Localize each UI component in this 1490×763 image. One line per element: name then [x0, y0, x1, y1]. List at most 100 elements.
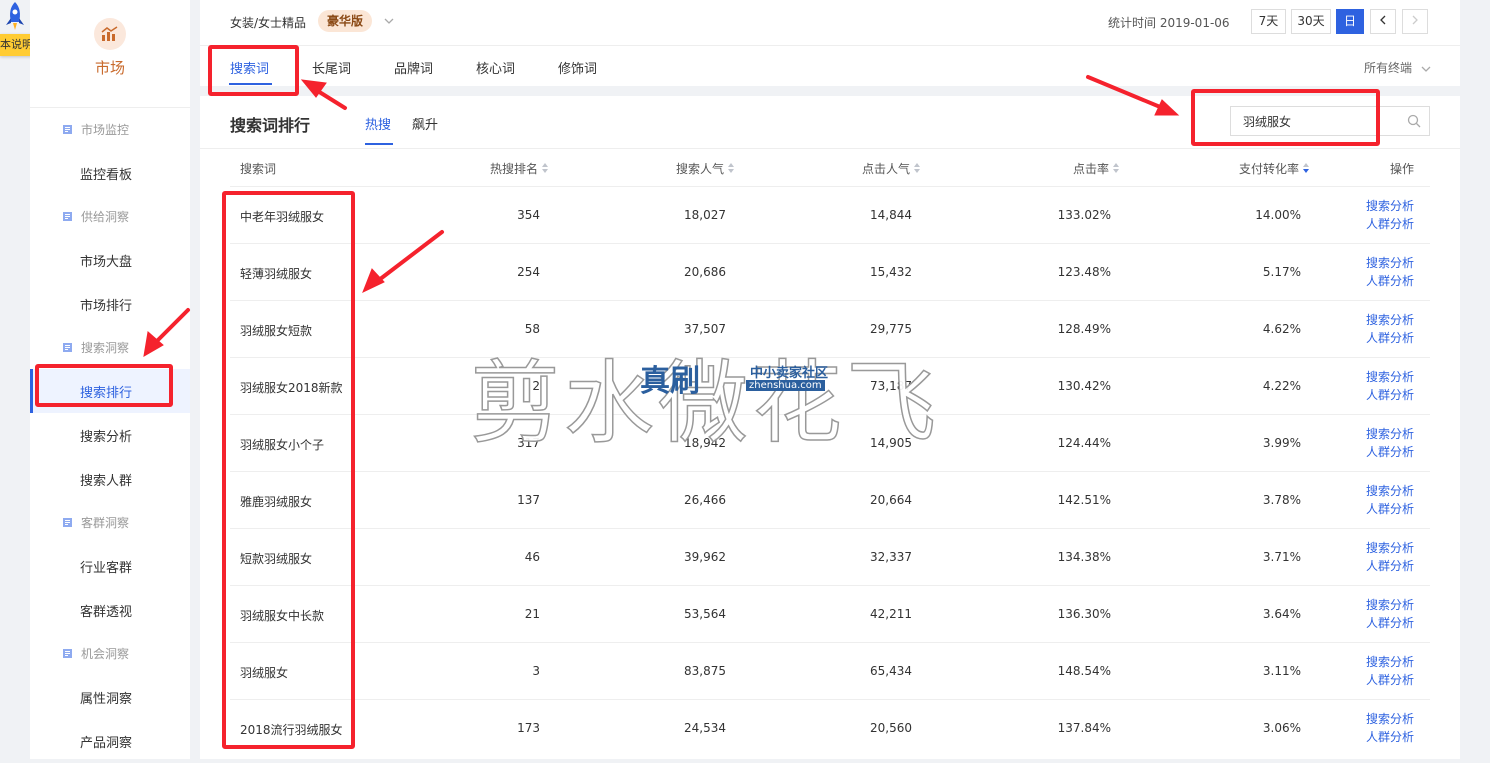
range-7d-button[interactable]: 7天 — [1251, 9, 1286, 34]
sort-desc-icon[interactable] — [1303, 163, 1310, 174]
cell-ctr: 123.48% — [1057, 265, 1111, 279]
document-icon — [63, 125, 72, 134]
cell-ctr: 130.42% — [1057, 379, 1111, 393]
sidebar-group: 客群洞察 — [30, 501, 190, 544]
search-analysis-link[interactable]: 搜索分析 — [1366, 197, 1414, 215]
cell-term[interactable]: 短款羽绒服女 — [240, 550, 312, 567]
sort-icon[interactable] — [542, 163, 549, 174]
col-header-ctr[interactable]: 点击率 — [1073, 160, 1120, 177]
guide-label: 本说明 — [0, 38, 33, 51]
sidebar-item[interactable]: 市场排行 — [30, 282, 190, 326]
sidebar-item[interactable]: 市场大盘 — [30, 238, 190, 282]
cell-term[interactable]: 2018流行羽绒服女 — [240, 721, 343, 738]
subtab-hot[interactable]: 热搜 — [365, 114, 391, 133]
range-day-button[interactable]: 日 — [1336, 9, 1364, 34]
sidebar-group: 供给洞察 — [30, 195, 190, 238]
prev-date-button[interactable] — [1370, 9, 1396, 34]
cell-term[interactable]: 轻薄羽绒服女 — [240, 265, 312, 282]
sidebar-item[interactable]: 监控看板 — [30, 151, 190, 195]
search-analysis-link[interactable]: 搜索分析 — [1366, 311, 1414, 329]
search-input[interactable] — [1231, 107, 1391, 135]
tab-brand[interactable]: 品牌词 — [394, 58, 433, 77]
cell-term[interactable]: 羽绒服女2018新款 — [240, 379, 343, 396]
cell-term[interactable]: 羽绒服女 — [240, 664, 288, 681]
range-30d-button[interactable]: 30天 — [1291, 9, 1331, 34]
search-analysis-link[interactable]: 搜索分析 — [1366, 482, 1414, 500]
cell-term[interactable]: 雅鹿羽绒服女 — [240, 493, 312, 510]
market-chart-icon — [94, 18, 126, 50]
col-header-click-popularity[interactable]: 点击人气 — [862, 160, 921, 177]
sidebar-item[interactable]: 产品洞察 — [30, 719, 190, 763]
sidebar-item[interactable]: 客群透视 — [30, 588, 190, 632]
table-row: 中老年羽绒服女 354 18,027 14,844 133.02% 14.00% 搜索分析人… — [230, 186, 1430, 243]
search-analysis-link[interactable]: 搜索分析 — [1366, 425, 1414, 443]
chevron-right-icon — [1412, 15, 1418, 25]
sidebar-group: 市场监控 — [30, 108, 190, 151]
cell-click-popularity: 73,187 — [870, 379, 912, 393]
crowd-analysis-link[interactable]: 人群分析 — [1366, 728, 1414, 746]
search-analysis-link[interactable]: 搜索分析 — [1366, 710, 1414, 728]
cell-rank: 46 — [524, 550, 540, 564]
crowd-analysis-link[interactable]: 人群分析 — [1366, 614, 1414, 632]
tab-long-tail[interactable]: 长尾词 — [312, 58, 351, 77]
cell-term[interactable]: 中老年羽绒服女 — [240, 208, 324, 225]
search-analysis-link[interactable]: 搜索分析 — [1366, 653, 1414, 671]
breadcrumb[interactable]: 女装/女士精品 — [230, 14, 306, 31]
crowd-analysis-link[interactable]: 人群分析 — [1366, 443, 1414, 461]
cell-conversion: 4.22% — [1262, 379, 1301, 393]
sidebar-item[interactable]: 搜索人群 — [30, 457, 190, 501]
crowd-analysis-link[interactable]: 人群分析 — [1366, 215, 1414, 233]
search-analysis-link[interactable]: 搜索分析 — [1366, 596, 1414, 614]
tab-modifier[interactable]: 修饰词 — [558, 58, 597, 77]
search-analysis-link[interactable]: 搜索分析 — [1366, 368, 1414, 386]
chevron-down-icon[interactable] — [383, 15, 395, 27]
chevron-left-icon — [1380, 15, 1386, 25]
crowd-analysis-link[interactable]: 人群分析 — [1366, 500, 1414, 518]
col-header-conversion[interactable]: 支付转化率 — [1239, 160, 1310, 177]
search-box — [1230, 106, 1430, 136]
sidebar-item[interactable]: 行业客群 — [30, 544, 190, 588]
sort-icon[interactable] — [1113, 163, 1120, 174]
col-header-search-popularity[interactable]: 搜索人气 — [676, 160, 735, 177]
sort-icon[interactable] — [728, 163, 735, 174]
crowd-analysis-link[interactable]: 人群分析 — [1366, 386, 1414, 404]
sidebar-group: 搜索洞察 — [30, 326, 190, 369]
subtab-rising[interactable]: 飙升 — [412, 114, 438, 133]
sidebar-group-label: 搜索洞察 — [81, 341, 130, 355]
cell-conversion: 3.99% — [1262, 436, 1301, 450]
cell-term[interactable]: 羽绒服女短款 — [240, 322, 312, 339]
sort-icon[interactable] — [914, 163, 921, 174]
cell-search-popularity: 26,466 — [684, 493, 726, 507]
search-analysis-link[interactable]: 搜索分析 — [1366, 539, 1414, 557]
cell-term[interactable]: 羽绒服女中长款 — [240, 607, 324, 624]
cell-term[interactable]: 羽绒服女小个子 — [240, 436, 324, 453]
crowd-analysis-link[interactable]: 人群分析 — [1366, 671, 1414, 689]
sidebar-item[interactable]: 搜索分析 — [30, 413, 190, 457]
tab-core[interactable]: 核心词 — [476, 58, 515, 77]
next-date-button[interactable] — [1402, 9, 1428, 34]
divider — [200, 148, 1460, 149]
col-header-ctr-label: 点击率 — [1073, 162, 1110, 176]
search-analysis-link[interactable]: 搜索分析 — [1366, 254, 1414, 272]
crowd-analysis-link[interactable]: 人群分析 — [1366, 557, 1414, 575]
cell-conversion: 5.17% — [1262, 265, 1301, 279]
col-header-rank[interactable]: 热搜排名 — [490, 160, 549, 177]
crowd-analysis-link[interactable]: 人群分析 — [1366, 329, 1414, 347]
search-icon[interactable] — [1407, 114, 1421, 128]
row-actions: 搜索分析 人群分析 — [1366, 254, 1414, 290]
cell-conversion: 3.78% — [1262, 493, 1301, 507]
crowd-analysis-link[interactable]: 人群分析 — [1366, 272, 1414, 290]
col-header-rank-label: 热搜排名 — [490, 162, 539, 176]
table-row: 轻薄羽绒服女 254 20,686 15,432 123.48% 5.17% 搜索分析 人群分… — [230, 243, 1430, 300]
cell-click-popularity: 20,664 — [870, 493, 912, 507]
sidebar-item[interactable]: 搜索排行 — [30, 369, 190, 413]
cell-search-popularity: 18,942 — [684, 436, 726, 450]
cell-click-popularity: 32,337 — [870, 550, 912, 564]
cell-search-popularity: 37,507 — [684, 322, 726, 336]
tab-search-term[interactable]: 搜索词 — [230, 58, 269, 77]
rocket-icon[interactable] — [2, 0, 28, 34]
sidebar-item[interactable]: 属性洞察 — [30, 675, 190, 719]
cell-rank: 21 — [524, 607, 540, 621]
terminal-select[interactable]: 所有终端 — [1364, 59, 1432, 76]
cell-click-popularity: 65,434 — [870, 664, 912, 678]
